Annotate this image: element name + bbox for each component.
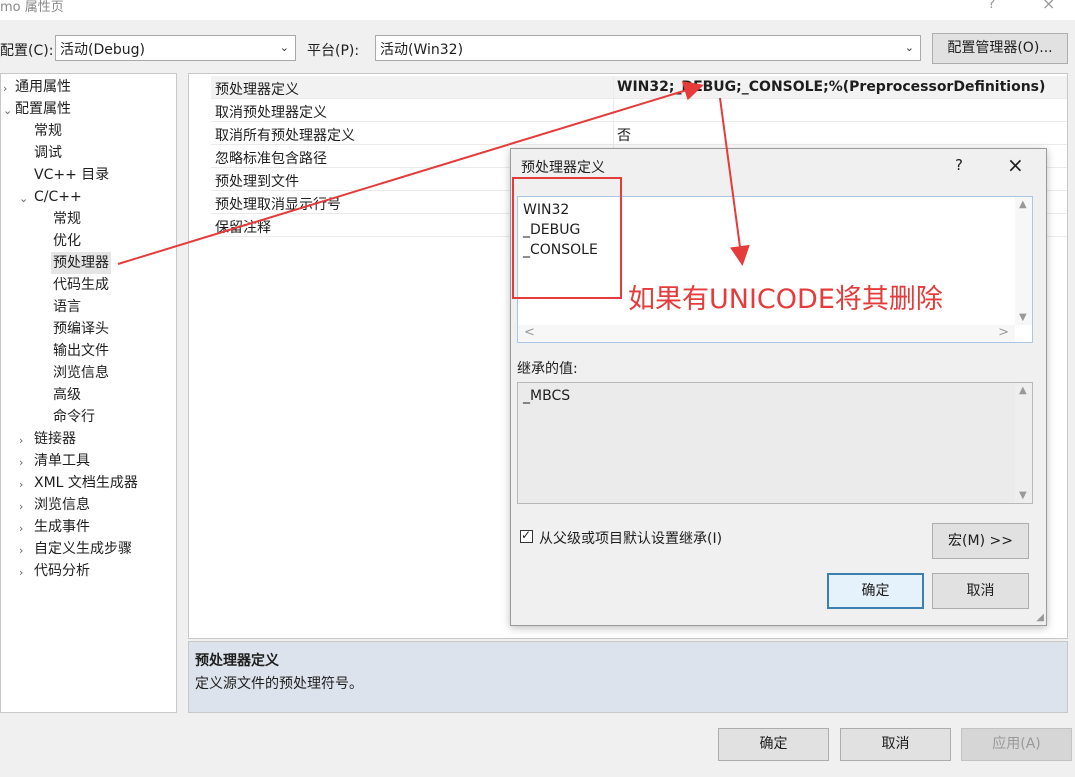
annotation-arrows <box>117 81 750 266</box>
annotation-arrow-to-grid <box>117 81 704 265</box>
annotation-arrow-to-text <box>719 97 750 266</box>
